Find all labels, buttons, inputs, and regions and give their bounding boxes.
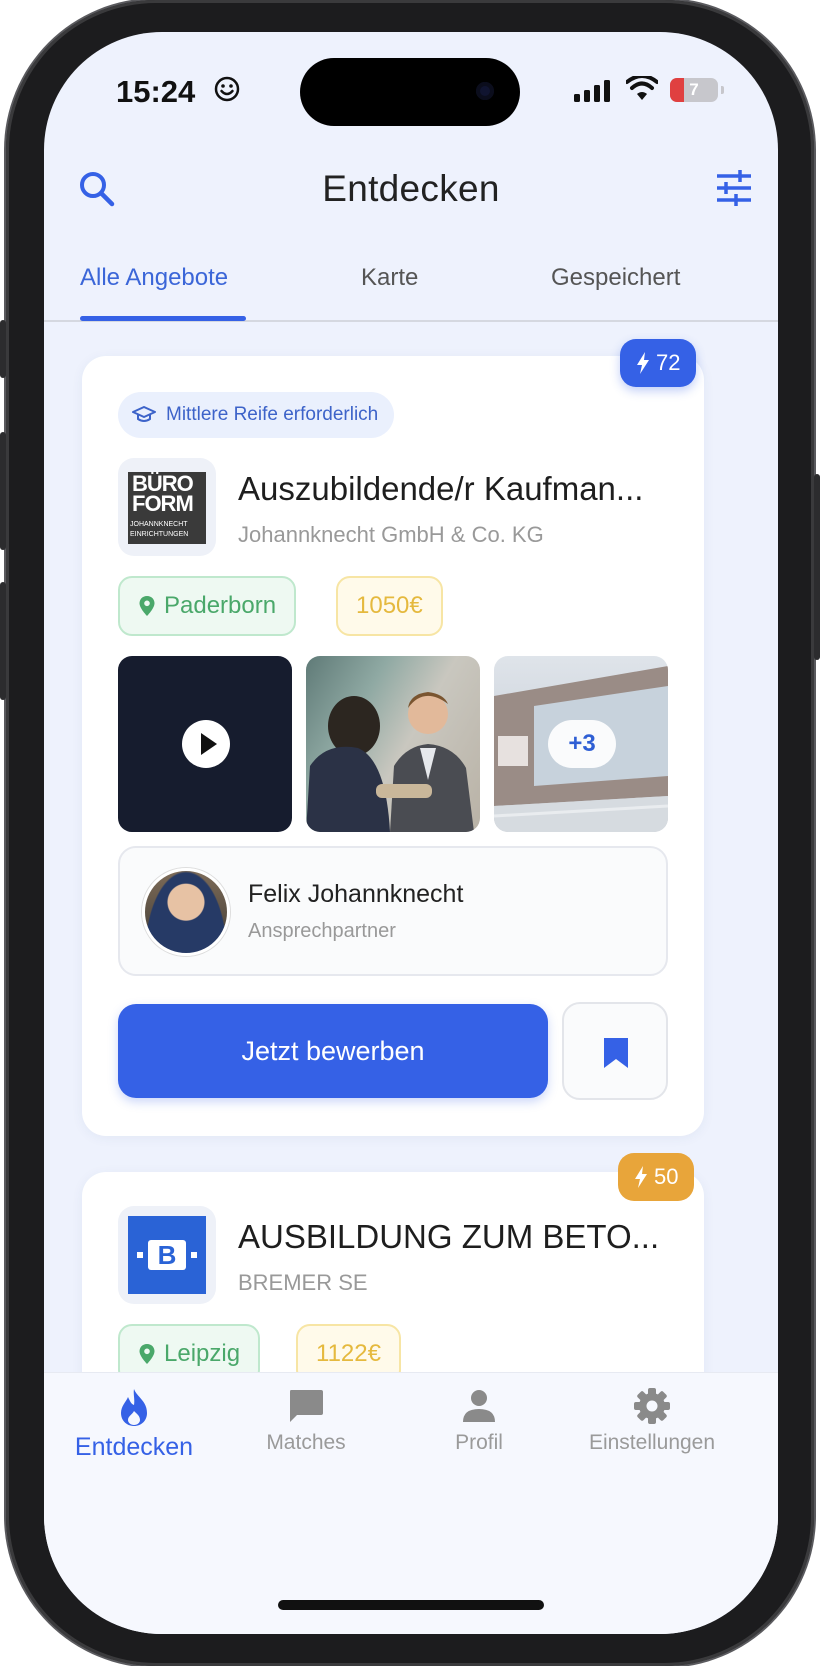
company-name: Johannknecht GmbH & Co. KG [238, 522, 544, 547]
home-indicator[interactable] [278, 1600, 544, 1610]
nav-label: Einstellungen [588, 1431, 716, 1454]
cellular-signal-icon [574, 80, 610, 102]
logo-text: B [148, 1240, 186, 1270]
apply-button[interactable]: Jetzt bewerben [118, 1004, 548, 1098]
company-logo: BÜRO FORM JOHANNKNECHT EINRICHTUNGEN [118, 458, 216, 556]
person-icon [463, 1390, 495, 1422]
bottom-navigation: Entdecken Matches Profil Einstellungen [44, 1372, 778, 1634]
meeting-photo-illustration [306, 692, 474, 832]
match-score-badge: 72 [620, 339, 697, 387]
status-bar: 15:24 7 [44, 32, 778, 162]
battery-level: 7 [689, 80, 699, 99]
wifi-icon [626, 76, 658, 100]
filter-icon[interactable] [714, 168, 754, 208]
nav-settings[interactable]: Einstellungen [562, 1387, 742, 1455]
more-media-badge[interactable]: +3 [548, 720, 616, 768]
match-score: 50 [654, 1164, 679, 1189]
video-thumbnail[interactable] [118, 656, 292, 832]
company-logo: B [118, 1206, 216, 1304]
volume-down-button [0, 582, 6, 700]
bookmark-button[interactable] [562, 1002, 668, 1100]
smiley-icon [214, 76, 240, 102]
job-title: AUSBILDUNG ZUM BETO... [238, 1218, 660, 1255]
salary-tag: 1050€ [336, 576, 443, 636]
tab-bar: Alle Angebote Karte Gespeichert [44, 254, 778, 322]
tab-map[interactable]: Karte [361, 264, 418, 292]
contact-person[interactable]: Felix Johannknecht Ansprechpartner [118, 846, 668, 976]
lightning-icon [637, 352, 649, 374]
tab-saved[interactable]: Gespeichert [551, 264, 680, 292]
tab-all-offers[interactable]: Alle Angebote [80, 264, 228, 292]
avatar [142, 868, 230, 956]
graduation-cap-icon [132, 406, 156, 422]
play-icon[interactable] [182, 720, 230, 768]
status-time: 15:24 [116, 74, 196, 109]
requirement-badge: Mittlere Reife erforderlich [118, 392, 395, 438]
power-button [814, 474, 820, 660]
nav-label: Matches [266, 1431, 346, 1454]
contact-role: Ansprechpartner [248, 920, 396, 942]
gear-icon [634, 1388, 670, 1424]
match-score: 72 [656, 350, 681, 375]
match-score-badge: 50 [618, 1153, 695, 1201]
bookmark-icon [604, 1038, 628, 1068]
battery-indicator: 7 [670, 78, 724, 102]
nav-discover[interactable]: Entdecken [44, 1387, 224, 1462]
location-pin-icon [139, 1344, 155, 1364]
building-photo-thumbnail[interactable]: +3 [494, 656, 668, 832]
location-pin-icon [139, 596, 155, 616]
dynamic-island [300, 58, 520, 126]
company-name: BREMER SE [238, 1270, 368, 1295]
camera-icon [476, 82, 494, 100]
location-text: Paderborn [164, 592, 277, 619]
screen: 15:24 7 Entdecken Alle Angebote Karte Ge… [44, 32, 778, 1634]
nav-label: Entdecken [74, 1433, 194, 1461]
logo-text: BÜRO FORM [132, 471, 194, 516]
location-tag: Paderborn [118, 576, 297, 636]
page-title: Entdecken [322, 168, 500, 209]
nav-profile[interactable]: Profil [389, 1387, 569, 1455]
mute-switch [0, 320, 6, 378]
phone-frame: 15:24 7 Entdecken Alle Angebote Karte Ge… [0, 0, 820, 1666]
volume-up-button [0, 432, 6, 550]
lightning-icon [635, 1166, 647, 1188]
flame-icon [121, 1389, 147, 1426]
contact-name: Felix Johannknecht [248, 880, 464, 908]
job-title: Auszubildende/r Kaufman... [238, 470, 644, 507]
header: Entdecken [44, 162, 778, 222]
requirement-text: Mittlere Reife erforderlich [166, 404, 379, 425]
nav-label: Profil [455, 1431, 503, 1454]
logo-subtext: JOHANNKNECHT EINRICHTUNGEN [130, 521, 189, 538]
active-tab-indicator [80, 316, 246, 321]
salary-text: 1050€ [356, 592, 423, 619]
chat-icon [290, 1390, 323, 1422]
job-card[interactable]: Mittlere Reife erforderlich BÜRO FORM JO… [82, 356, 704, 1136]
nav-matches[interactable]: Matches [216, 1387, 396, 1455]
photo-thumbnail[interactable] [306, 656, 480, 832]
